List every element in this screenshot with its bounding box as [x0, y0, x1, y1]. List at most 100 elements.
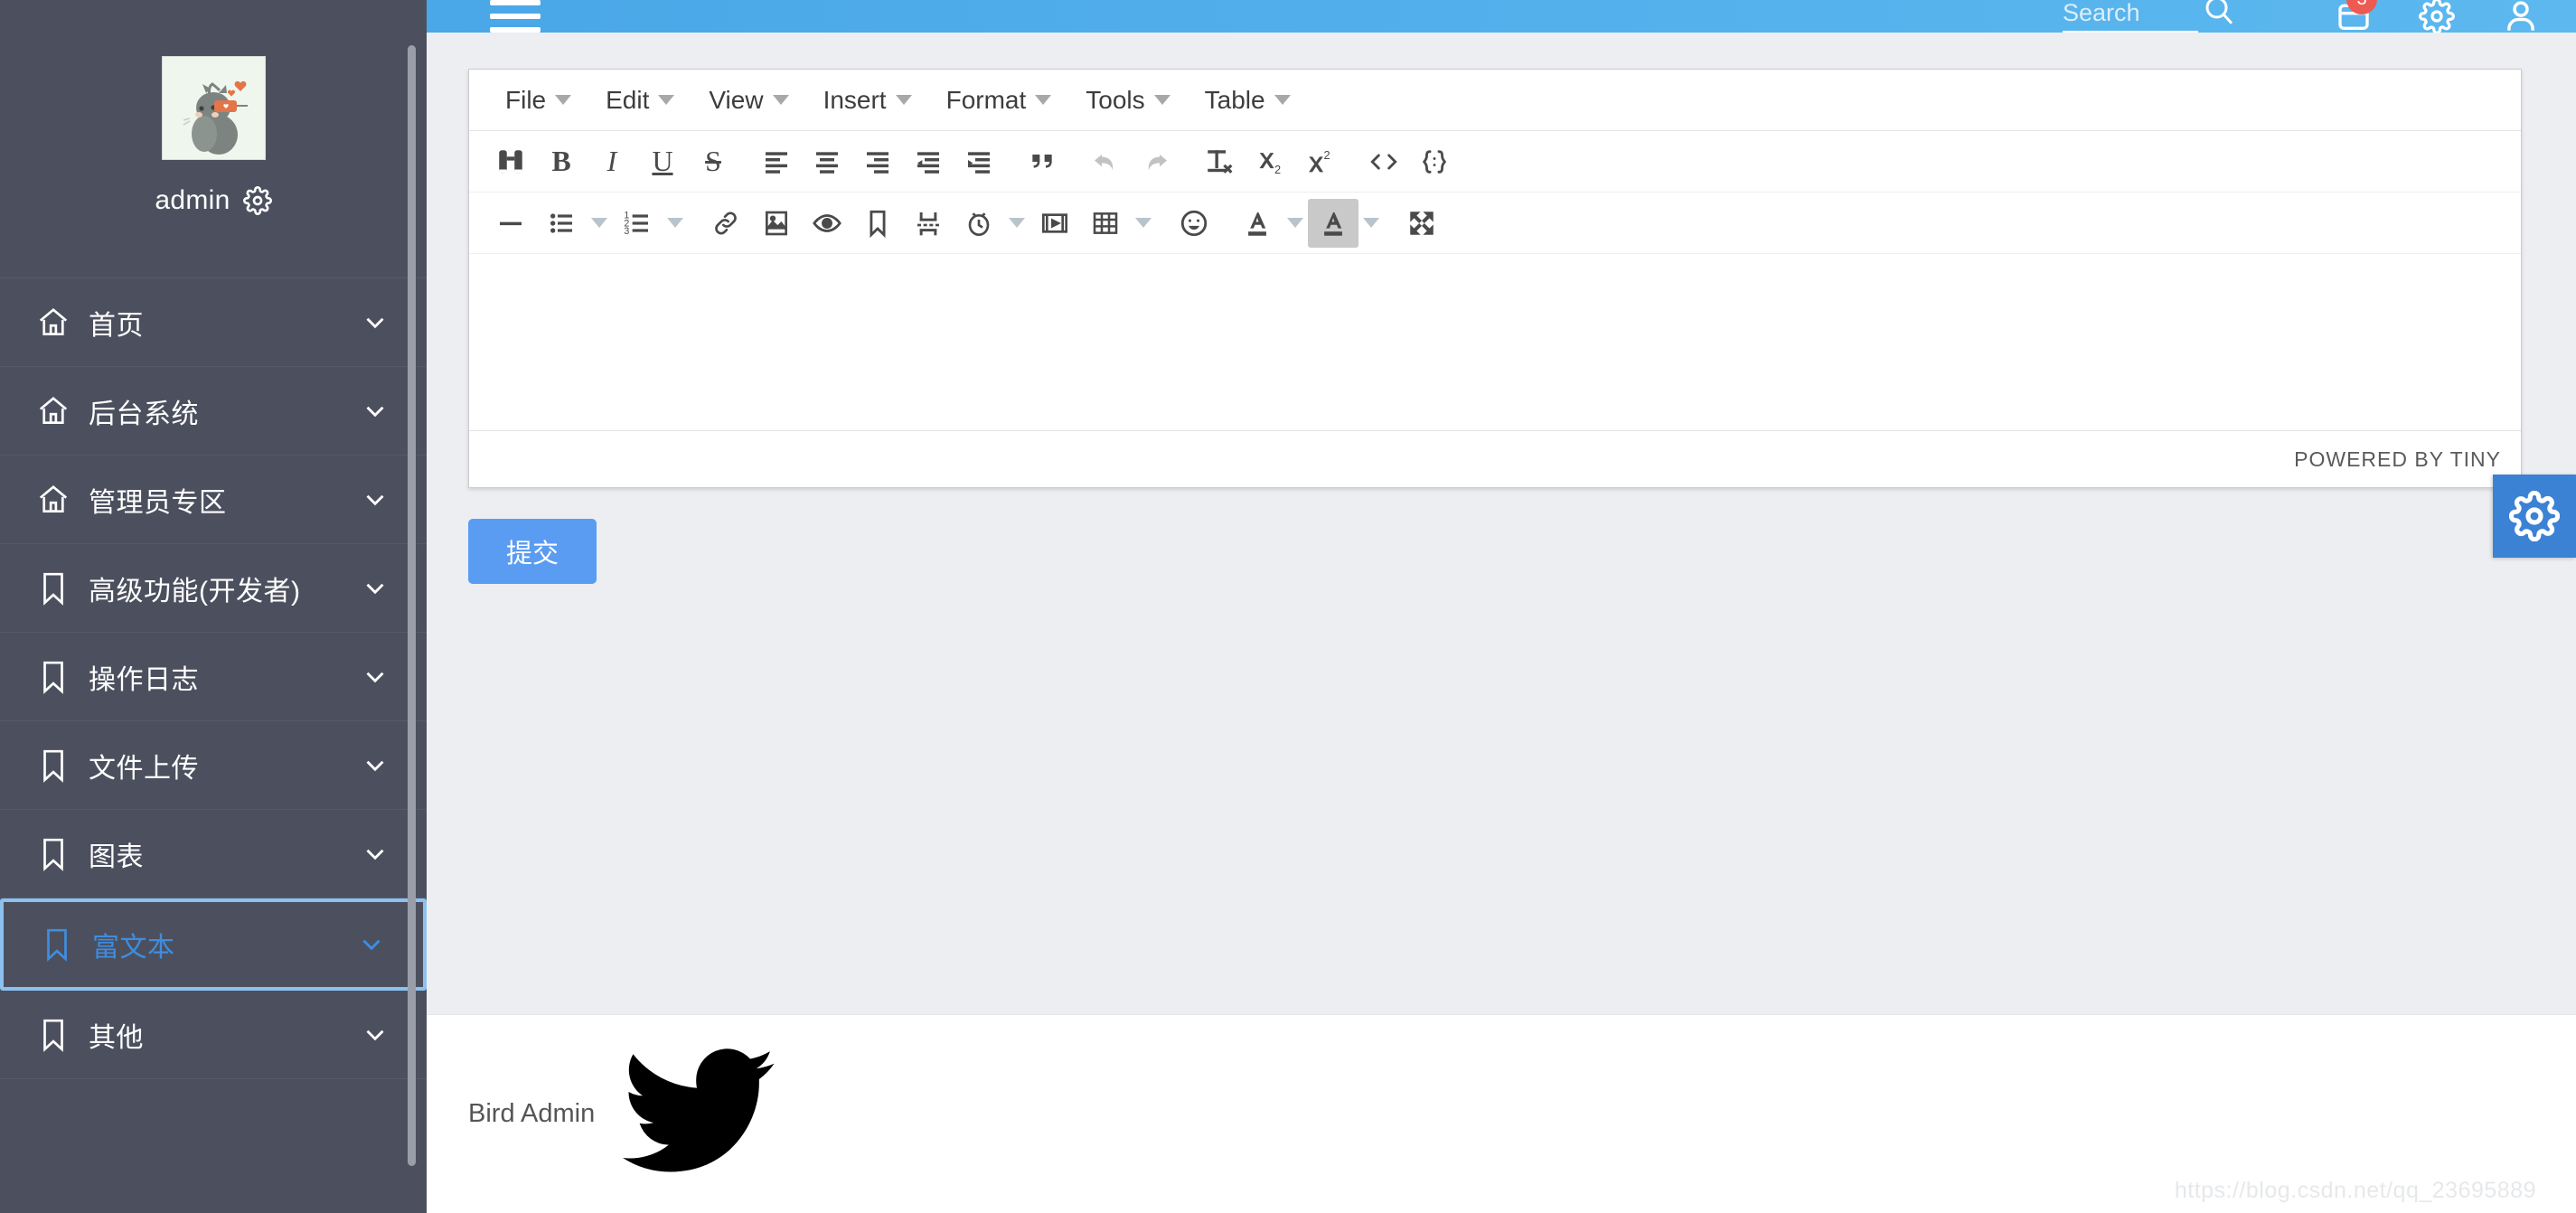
numbered-list-icon[interactable]: 1 2 3 — [612, 199, 663, 248]
sidebar-item-6[interactable]: 图表 — [0, 810, 427, 898]
app-root: admin 首页 后台系统 管理员专区 高级功能(开发者) 操作日志 文件上传 … — [0, 0, 2576, 1213]
chevron-down-icon — [1153, 95, 1170, 105]
table-chevron-down-icon[interactable] — [1131, 199, 1156, 248]
bullet-list-icon[interactable] — [536, 199, 587, 248]
editor-content-area[interactable] — [469, 254, 2521, 431]
sidebar-item-8[interactable]: 其他 — [0, 991, 427, 1079]
watermark-text: https://blog.csdn.net/qq_23695889 — [2174, 1178, 2536, 1203]
menu-insert-label: Insert — [823, 85, 887, 114]
chevron-down-icon[interactable] — [360, 839, 390, 870]
fullscreen-icon[interactable] — [1396, 199, 1447, 248]
emoticons-icon[interactable] — [1169, 199, 1219, 248]
link-icon[interactable] — [700, 199, 751, 248]
align-right-icon[interactable] — [852, 137, 903, 186]
sidebar-item-label: 图表 — [89, 842, 144, 872]
sidebar-item-5[interactable]: 文件上传 — [0, 721, 427, 810]
search-icon[interactable] — [2202, 0, 2234, 30]
chevron-down-icon[interactable] — [360, 750, 390, 781]
sidebar-item-label: 富文本 — [92, 933, 175, 963]
menu-tools[interactable]: Tools — [1071, 79, 1184, 122]
main-content: File Edit View Insert Format Tools Table… — [427, 33, 2576, 1014]
sidebar-item-4[interactable]: 操作日志 — [0, 633, 427, 721]
avatar[interactable] — [161, 56, 266, 160]
strikethrough-icon[interactable]: S — [688, 137, 738, 186]
background-color-chevron-down-icon[interactable] — [1359, 199, 1384, 248]
floating-settings-button[interactable] — [2493, 475, 2576, 558]
text-color-chevron-down-icon[interactable] — [1283, 199, 1308, 248]
subscript-icon[interactable]: 2 — [1245, 137, 1295, 186]
menu-format[interactable]: Format — [932, 79, 1067, 122]
sidebar-menu: 首页 后台系统 管理员专区 高级功能(开发者) 操作日志 文件上传 图表 富文本… — [0, 278, 427, 1079]
cat-avatar-icon — [162, 57, 265, 159]
numbered-list-chevron-down-icon[interactable] — [663, 199, 688, 248]
blockquote-icon[interactable] — [1017, 137, 1067, 186]
insert-datetime-chevron-down-icon[interactable] — [1004, 199, 1029, 248]
menu-view[interactable]: View — [694, 79, 803, 122]
indent-icon[interactable] — [954, 137, 1004, 186]
table-icon[interactable] — [1080, 199, 1131, 248]
menu-format-label: Format — [945, 85, 1027, 114]
menu-edit[interactable]: Edit — [591, 79, 689, 122]
sidebar-item-label: 文件上传 — [89, 753, 199, 784]
chevron-down-icon[interactable] — [360, 396, 390, 427]
search-box — [2063, 0, 2234, 33]
svg-text:2: 2 — [1324, 148, 1330, 162]
preview-icon[interactable] — [802, 199, 852, 248]
menu-table[interactable]: Table — [1190, 79, 1305, 122]
home-icon — [34, 306, 72, 340]
align-left-icon[interactable] — [751, 137, 802, 186]
sidebar-item-2[interactable]: 管理员专区 — [0, 456, 427, 544]
bookmark-icon — [34, 748, 72, 783]
media-icon[interactable] — [1029, 199, 1080, 248]
menu-view-label: View — [709, 85, 764, 114]
search-input[interactable] — [2063, 0, 2198, 33]
header-settings-gear-icon[interactable] — [2419, 0, 2455, 34]
page-break-icon[interactable] — [903, 199, 954, 248]
italic-icon[interactable]: I — [587, 137, 637, 186]
background-color-icon[interactable] — [1308, 198, 1359, 248]
anchor-icon[interactable] — [852, 199, 903, 248]
mail-icon[interactable]: 3 — [2336, 0, 2377, 34]
align-center-icon[interactable] — [802, 137, 852, 186]
sidebar-item-7[interactable]: 富文本 — [0, 898, 427, 991]
sidebar-item-0[interactable]: 首页 — [0, 278, 427, 367]
sidebar-scrollbar[interactable] — [408, 45, 416, 1166]
outdent-icon[interactable] — [903, 137, 954, 186]
svg-text:2: 2 — [1274, 162, 1281, 175]
editor-menubar: File Edit View Insert Format Tools Table — [469, 70, 2521, 131]
sidebar: admin 首页 后台系统 管理员专区 高级功能(开发者) 操作日志 文件上传 … — [0, 0, 427, 1213]
menu-insert[interactable]: Insert — [809, 79, 926, 122]
sidebar-item-label: 后台系统 — [89, 399, 199, 429]
bullet-list-chevron-down-icon[interactable] — [587, 199, 612, 248]
image-icon[interactable] — [751, 199, 802, 248]
chevron-down-icon[interactable] — [360, 662, 390, 692]
horizontal-rule-icon[interactable] — [485, 199, 536, 248]
sidebar-item-label: 管理员专区 — [89, 487, 227, 518]
menu-table-label: Table — [1204, 85, 1265, 114]
superscript-icon[interactable]: 2 — [1295, 137, 1346, 186]
hamburger-icon[interactable] — [490, 0, 541, 34]
chevron-down-icon — [1035, 95, 1052, 105]
chevron-down-icon[interactable] — [356, 929, 387, 960]
code-sample-icon[interactable] — [1409, 137, 1460, 186]
chevron-down-icon[interactable] — [360, 573, 390, 604]
text-color-icon[interactable] — [1232, 199, 1283, 248]
underline-icon[interactable]: U — [637, 137, 688, 186]
insert-datetime-icon[interactable] — [954, 199, 1004, 248]
user-icon[interactable] — [2502, 0, 2540, 35]
bold-icon[interactable]: B — [536, 137, 587, 186]
remove-format-icon[interactable] — [1194, 137, 1245, 186]
chevron-down-icon[interactable] — [360, 307, 390, 338]
undo-icon[interactable] — [1080, 137, 1131, 186]
redo-icon[interactable] — [1131, 137, 1181, 186]
sidebar-item-3[interactable]: 高级功能(开发者) — [0, 544, 427, 633]
sidebar-settings-gear-icon[interactable] — [242, 186, 272, 215]
source-code-icon[interactable] — [1359, 137, 1409, 186]
menu-file[interactable]: File — [491, 79, 586, 122]
sidebar-item-1[interactable]: 后台系统 — [0, 367, 427, 456]
menu-tools-label: Tools — [1086, 85, 1145, 114]
chevron-down-icon[interactable] — [360, 484, 390, 515]
chevron-down-icon[interactable] — [360, 1020, 390, 1050]
search-replace-icon[interactable] — [485, 137, 536, 186]
submit-button[interactable]: 提交 — [468, 519, 597, 584]
